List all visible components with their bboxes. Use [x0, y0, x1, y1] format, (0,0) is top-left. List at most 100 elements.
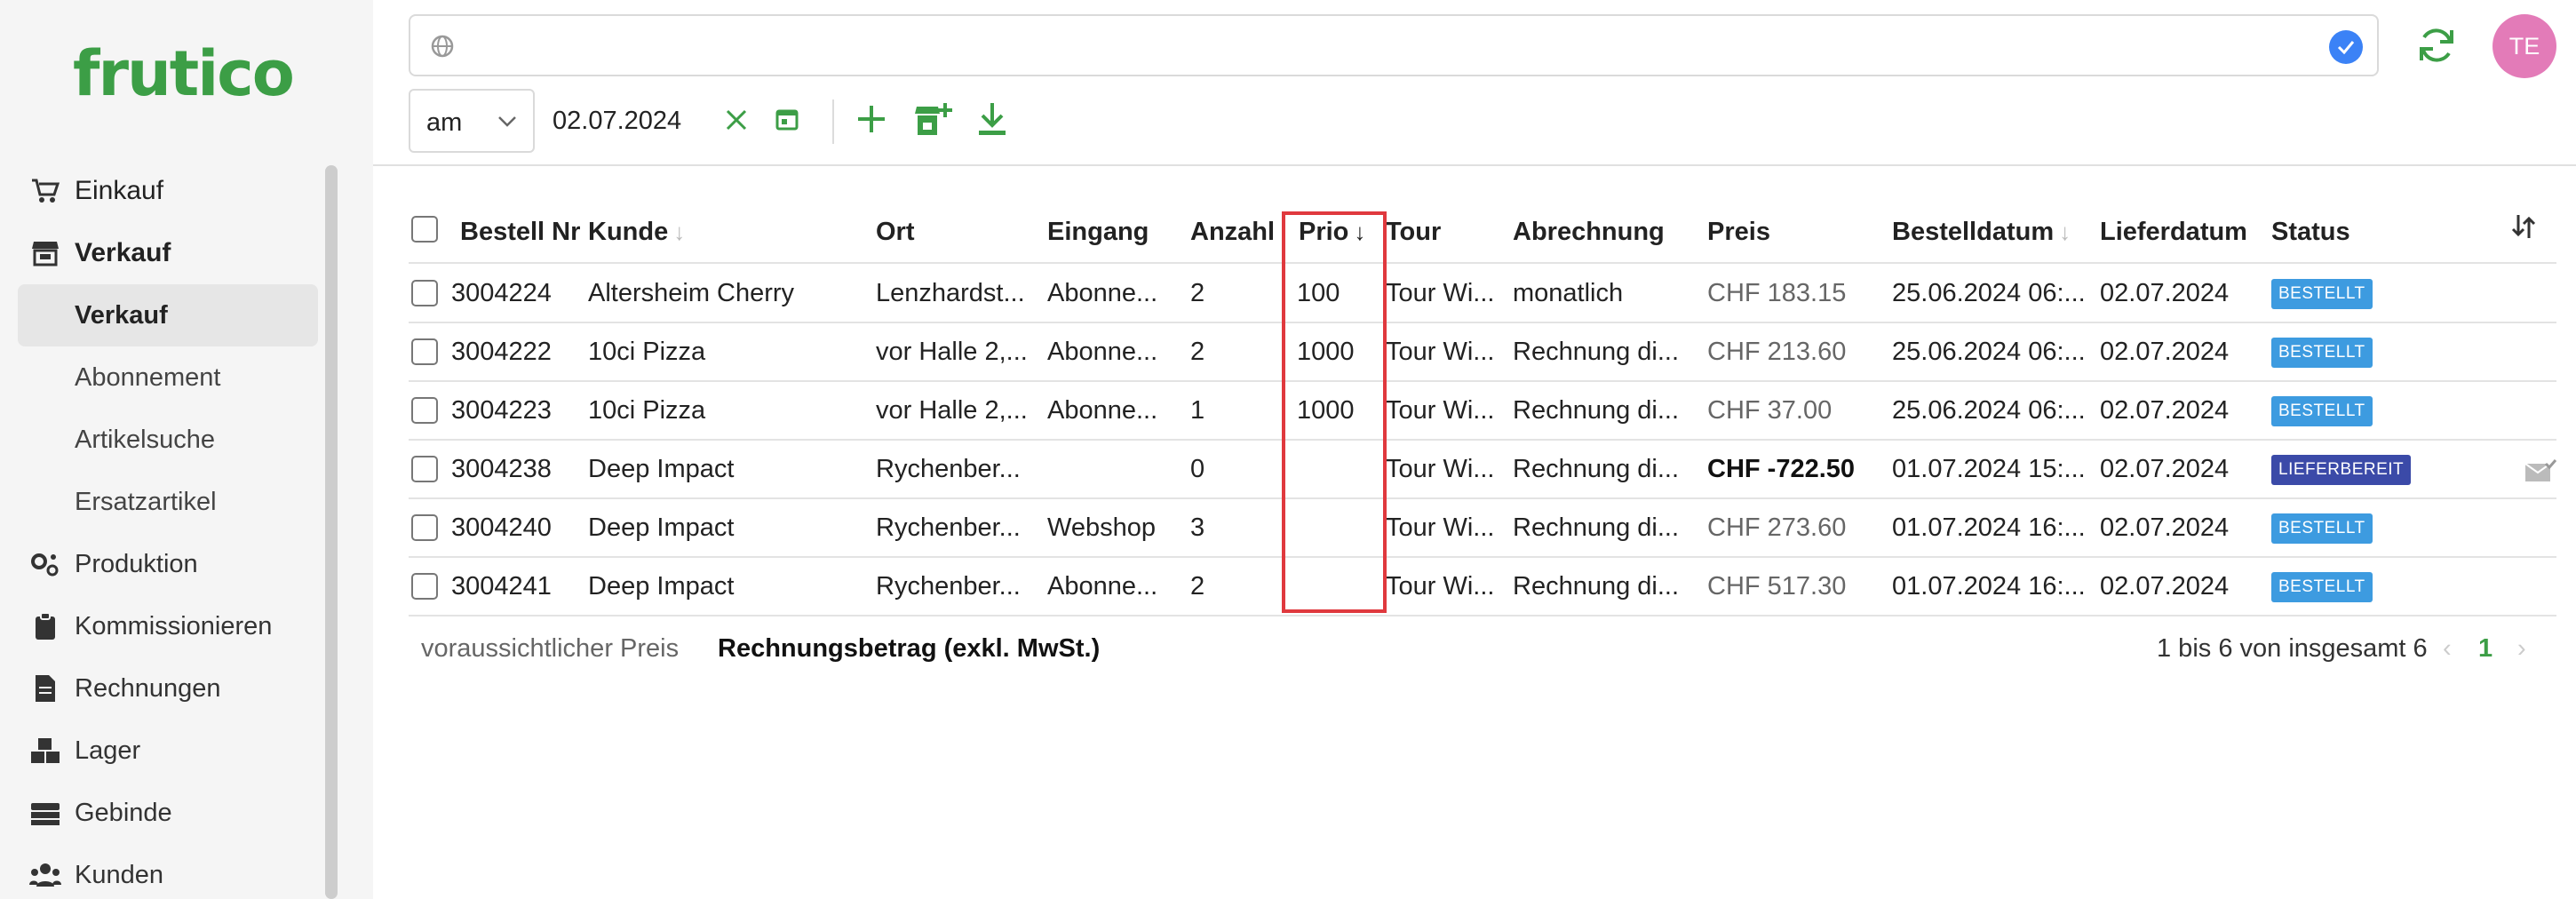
column-header-eingang[interactable]: Eingang: [1047, 218, 1149, 247]
legend-invoice-amount: Rechnungsbetrag (exkl. MwSt.): [718, 634, 1101, 663]
globe-icon: [430, 34, 455, 63]
column-header-label: Bestelldatum: [1892, 218, 2055, 246]
clear-date-icon[interactable]: [725, 108, 748, 136]
add-icon[interactable]: [855, 103, 887, 139]
cell-kunde: Deep Impact: [588, 572, 735, 601]
cell-tour: Tour Wi...: [1386, 396, 1495, 425]
cell-abrechnung: Rechnung di...: [1513, 396, 1680, 425]
column-header-label: Kunde: [588, 218, 669, 246]
pagination-summary: 1 bis 6 von insgesamt 6: [2157, 634, 2428, 663]
status-badge: BESTELLT: [2271, 396, 2373, 426]
column-settings-icon[interactable]: [2510, 213, 2537, 244]
column-header-tour[interactable]: Tour: [1386, 218, 1441, 247]
column-header-bestelldatum[interactable]: Bestelldatum ↓: [1892, 218, 2071, 247]
column-header-kunde[interactable]: Kunde ↓: [588, 218, 685, 247]
row-checkbox[interactable]: [411, 397, 438, 424]
cell-abrechnung: Rechnung di...: [1513, 338, 1680, 366]
sidebar-item-gebinde[interactable]: Gebinde: [0, 782, 320, 844]
date-mode-select[interactable]: am: [409, 89, 535, 153]
calendar-icon[interactable]: [775, 107, 799, 136]
sidebar-item-ersatzartikel[interactable]: Ersatzartikel: [0, 471, 320, 533]
sidebar-item-kommissionieren[interactable]: Kommissionieren: [0, 595, 320, 657]
column-header-abrechnung[interactable]: Abrechnung: [1513, 218, 1665, 247]
gears-icon: [28, 547, 62, 581]
row-checkbox[interactable]: [411, 456, 438, 482]
chevron-left-icon[interactable]: ‹: [2443, 634, 2452, 664]
cell-anzahl: 1: [1190, 396, 1205, 425]
cell-eingang: Abonne...: [1047, 279, 1158, 307]
sidebar-item-verkauf-sub[interactable]: Verkauf: [18, 284, 318, 346]
cart-icon: [28, 174, 62, 208]
chevron-down-icon: [497, 115, 517, 132]
cell-lieferdatum: 02.07.2024: [2100, 455, 2230, 483]
column-header-ort[interactable]: Ort: [876, 218, 915, 247]
cell-anzahl: 2: [1190, 338, 1205, 366]
add-store-icon[interactable]: [915, 101, 952, 141]
cell-eingang: Abonne...: [1047, 338, 1158, 366]
cell-ort: Rychenber...: [876, 455, 1021, 483]
cell-tour: Tour Wi...: [1386, 513, 1495, 542]
row-divider: [409, 615, 2556, 617]
sidebar-item-produktion[interactable]: Produktion: [0, 533, 320, 595]
pagination-page-current[interactable]: 1: [2478, 634, 2493, 664]
sidebar-item-label: Kunden: [75, 860, 163, 889]
row-divider: [409, 380, 2556, 382]
sidebar-item-rechnungen[interactable]: Rechnungen: [0, 657, 320, 720]
sidebar-item-einkauf[interactable]: Einkauf: [0, 160, 320, 222]
mail-check-icon[interactable]: [2524, 458, 2557, 488]
sidebar-item-label: Artikelsuche: [75, 425, 215, 454]
column-header-status[interactable]: Status: [2271, 218, 2350, 247]
date-input[interactable]: 02.07.2024: [553, 107, 681, 136]
cell-kunde: Deep Impact: [588, 513, 735, 542]
cell-eingang: Abonne...: [1047, 396, 1158, 425]
row-checkbox[interactable]: [411, 280, 438, 306]
cell-kunde: Altersheim Cherry: [588, 279, 795, 307]
prio-column-highlight: [1282, 211, 1387, 613]
chevron-right-icon[interactable]: ›: [2517, 634, 2526, 664]
sidebar-item-label: Verkauf: [75, 238, 171, 267]
sidebar-item-label: Kommissionieren: [75, 611, 273, 640]
header-divider: [409, 262, 2556, 264]
app-logo[interactable]: frutico: [73, 37, 295, 110]
cell-lieferdatum: 02.07.2024: [2100, 338, 2230, 366]
sidebar-item-label: Rechnungen: [75, 673, 221, 703]
sidebar-item-abonnement[interactable]: Abonnement: [0, 346, 320, 409]
row-checkbox[interactable]: [411, 573, 438, 600]
column-header-lieferdatum[interactable]: Lieferdatum: [2100, 218, 2247, 247]
sidebar-item-verkauf[interactable]: Verkauf: [0, 222, 320, 284]
sidebar-scrollbar[interactable]: [325, 165, 338, 899]
download-icon[interactable]: [977, 101, 1007, 141]
sidebar-item-artikelsuche[interactable]: Artikelsuche: [0, 409, 320, 471]
row-checkbox[interactable]: [411, 514, 438, 541]
users-icon: [28, 858, 62, 892]
clipboard-icon: [28, 609, 62, 643]
sidebar-item-lager[interactable]: Lager: [0, 720, 320, 782]
cell-ort: Rychenber...: [876, 572, 1021, 601]
status-badge: BESTELLT: [2271, 572, 2373, 602]
toolbar-divider: [832, 99, 834, 144]
global-search-bar[interactable]: [409, 14, 2379, 76]
cell-abrechnung: monatlich: [1513, 279, 1624, 307]
cell-anzahl: 0: [1190, 455, 1205, 483]
cell-preis: CHF 273.60: [1707, 513, 1847, 542]
cell-bestellnr: 3004224: [451, 279, 552, 307]
refresh-icon[interactable]: [2416, 25, 2457, 70]
sidebar-item-kunden[interactable]: Kunden: [0, 844, 320, 899]
user-avatar[interactable]: TE: [2493, 14, 2556, 78]
cell-bestellnr: 3004222: [451, 338, 552, 366]
cell-tour: Tour Wi...: [1386, 455, 1495, 483]
cell-anzahl: 3: [1190, 513, 1205, 542]
row-divider: [409, 322, 2556, 323]
cell-lieferdatum: 02.07.2024: [2100, 513, 2230, 542]
row-checkbox[interactable]: [411, 338, 438, 365]
column-header-anzahl[interactable]: Anzahl: [1190, 218, 1275, 247]
cell-lieferdatum: 02.07.2024: [2100, 396, 2230, 425]
select-all-checkbox[interactable]: [411, 216, 438, 243]
cell-anzahl: 2: [1190, 572, 1205, 601]
cell-tour: Tour Wi...: [1386, 338, 1495, 366]
column-header-bestellnr[interactable]: Bestell Nr: [460, 218, 580, 247]
row-divider: [409, 439, 2556, 441]
row-divider: [409, 556, 2556, 558]
column-header-preis[interactable]: Preis: [1707, 218, 1770, 247]
check-circle-icon[interactable]: [2329, 30, 2363, 64]
